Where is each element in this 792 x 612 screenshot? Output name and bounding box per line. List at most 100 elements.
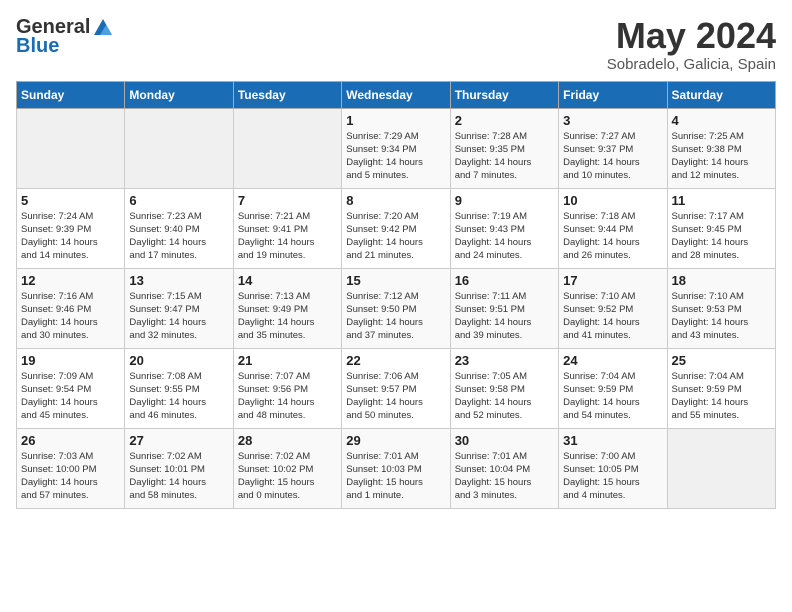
day-number: 1: [346, 113, 445, 128]
day-number: 24: [563, 353, 662, 368]
day-cell: 17 Sunrise: 7:10 AM Sunset: 9:52 PM Dayli…: [559, 268, 667, 348]
day-cell: 25 Sunrise: 7:04 AM Sunset: 9:59 PM Dayli…: [667, 348, 775, 428]
day-cell: 13 Sunrise: 7:15 AM Sunset: 9:47 PM Dayli…: [125, 268, 233, 348]
day-cell: 19 Sunrise: 7:09 AM Sunset: 9:54 PM Dayli…: [17, 348, 125, 428]
day-number: 10: [563, 193, 662, 208]
day-cell: 16 Sunrise: 7:11 AM Sunset: 9:51 PM Dayli…: [450, 268, 558, 348]
logo-blue-text: Blue: [16, 35, 59, 58]
day-cell: 4Sunrise: 7:25 AM Sunset: 9:38 PM Daylig…: [667, 108, 775, 188]
day-number: 22: [346, 353, 445, 368]
day-number: 31: [563, 433, 662, 448]
day-cell: 24 Sunrise: 7:04 AM Sunset: 9:59 PM Dayli…: [559, 348, 667, 428]
day-cell: 5 Sunrise: 7:24 AM Sunset: 9:39 PM Daylig…: [17, 188, 125, 268]
day-number: 19: [21, 353, 120, 368]
day-info: Sunrise: 7:19 AM Sunset: 9:43 PM Dayligh…: [455, 210, 554, 263]
day-info: Sunrise: 7:20 AM Sunset: 9:42 PM Dayligh…: [346, 210, 445, 263]
day-cell: 14Sunrise: 7:13 AM Sunset: 9:49 PM Dayli…: [233, 268, 341, 348]
day-info: Sunrise: 7:27 AM Sunset: 9:37 PM Dayligh…: [563, 130, 662, 183]
day-number: 30: [455, 433, 554, 448]
day-info: Sunrise: 7:06 AM Sunset: 9:57 PM Dayligh…: [346, 370, 445, 423]
day-number: 25: [672, 353, 771, 368]
day-number: 17: [563, 273, 662, 288]
week-row-2: 5 Sunrise: 7:24 AM Sunset: 9:39 PM Daylig…: [17, 188, 776, 268]
day-cell: 21 Sunrise: 7:07 AM Sunset: 9:56 PM Dayli…: [233, 348, 341, 428]
day-cell: 7Sunrise: 7:21 AM Sunset: 9:41 PM Daylig…: [233, 188, 341, 268]
day-cell: 28 Sunrise: 7:02 AM Sunset: 10:02 PM Dayl…: [233, 428, 341, 508]
day-cell: 30 Sunrise: 7:01 AM Sunset: 10:04 PM Dayl…: [450, 428, 558, 508]
day-info: Sunrise: 7:13 AM Sunset: 9:49 PM Dayligh…: [238, 290, 337, 343]
day-cell: 2 Sunrise: 7:28 AM Sunset: 9:35 PM Daylig…: [450, 108, 558, 188]
weekday-header-monday: Monday: [125, 81, 233, 108]
day-info: Sunrise: 7:15 AM Sunset: 9:47 PM Dayligh…: [129, 290, 228, 343]
day-info: Sunrise: 7:18 AM Sunset: 9:44 PM Dayligh…: [563, 210, 662, 263]
day-cell: 11 Sunrise: 7:17 AM Sunset: 9:45 PM Dayli…: [667, 188, 775, 268]
day-info: Sunrise: 7:00 AM Sunset: 10:05 PM Daylig…: [563, 450, 662, 503]
day-info: Sunrise: 7:01 AM Sunset: 10:03 PM Daylig…: [346, 450, 445, 503]
day-info: Sunrise: 7:04 AM Sunset: 9:59 PM Dayligh…: [672, 370, 771, 423]
calendar-table: SundayMondayTuesdayWednesdayThursdayFrid…: [16, 81, 776, 509]
day-info: Sunrise: 7:07 AM Sunset: 9:56 PM Dayligh…: [238, 370, 337, 423]
day-cell: [125, 108, 233, 188]
day-number: 6: [129, 193, 228, 208]
weekday-header-tuesday: Tuesday: [233, 81, 341, 108]
day-cell: 15 Sunrise: 7:12 AM Sunset: 9:50 PM Dayli…: [342, 268, 450, 348]
title-area: May 2024 Sobradelo, Galicia, Spain: [607, 16, 776, 73]
day-cell: 10 Sunrise: 7:18 AM Sunset: 9:44 PM Dayli…: [559, 188, 667, 268]
day-info: Sunrise: 7:10 AM Sunset: 9:52 PM Dayligh…: [563, 290, 662, 343]
day-number: 28: [238, 433, 337, 448]
day-number: 5: [21, 193, 120, 208]
day-cell: 9 Sunrise: 7:19 AM Sunset: 9:43 PM Daylig…: [450, 188, 558, 268]
day-cell: 22 Sunrise: 7:06 AM Sunset: 9:57 PM Dayli…: [342, 348, 450, 428]
day-info: Sunrise: 7:04 AM Sunset: 9:59 PM Dayligh…: [563, 370, 662, 423]
logo-icon: [92, 17, 114, 39]
day-info: Sunrise: 7:17 AM Sunset: 9:45 PM Dayligh…: [672, 210, 771, 263]
week-row-1: 1Sunrise: 7:29 AM Sunset: 9:34 PM Daylig…: [17, 108, 776, 188]
day-info: Sunrise: 7:09 AM Sunset: 9:54 PM Dayligh…: [21, 370, 120, 423]
day-number: 13: [129, 273, 228, 288]
day-info: Sunrise: 7:28 AM Sunset: 9:35 PM Dayligh…: [455, 130, 554, 183]
day-number: 12: [21, 273, 120, 288]
day-number: 11: [672, 193, 771, 208]
day-number: 16: [455, 273, 554, 288]
weekday-header-friday: Friday: [559, 81, 667, 108]
weekday-header-row: SundayMondayTuesdayWednesdayThursdayFrid…: [17, 81, 776, 108]
day-number: 8: [346, 193, 445, 208]
day-number: 23: [455, 353, 554, 368]
day-number: 21: [238, 353, 337, 368]
day-cell: [667, 428, 775, 508]
day-info: Sunrise: 7:02 AM Sunset: 10:02 PM Daylig…: [238, 450, 337, 503]
day-info: Sunrise: 7:16 AM Sunset: 9:46 PM Dayligh…: [21, 290, 120, 343]
day-cell: [17, 108, 125, 188]
day-cell: 6Sunrise: 7:23 AM Sunset: 9:40 PM Daylig…: [125, 188, 233, 268]
day-info: Sunrise: 7:11 AM Sunset: 9:51 PM Dayligh…: [455, 290, 554, 343]
day-info: Sunrise: 7:12 AM Sunset: 9:50 PM Dayligh…: [346, 290, 445, 343]
day-number: 15: [346, 273, 445, 288]
day-number: 20: [129, 353, 228, 368]
day-number: 2: [455, 113, 554, 128]
day-info: Sunrise: 7:01 AM Sunset: 10:04 PM Daylig…: [455, 450, 554, 503]
day-info: Sunrise: 7:24 AM Sunset: 9:39 PM Dayligh…: [21, 210, 120, 263]
week-row-4: 19 Sunrise: 7:09 AM Sunset: 9:54 PM Dayli…: [17, 348, 776, 428]
weekday-header-thursday: Thursday: [450, 81, 558, 108]
logo: General Blue: [16, 16, 114, 58]
day-number: 9: [455, 193, 554, 208]
week-row-5: 26Sunrise: 7:03 AM Sunset: 10:00 PM Dayl…: [17, 428, 776, 508]
day-info: Sunrise: 7:25 AM Sunset: 9:38 PM Dayligh…: [672, 130, 771, 183]
week-row-3: 12 Sunrise: 7:16 AM Sunset: 9:46 PM Dayli…: [17, 268, 776, 348]
location-subtitle: Sobradelo, Galicia, Spain: [607, 56, 776, 73]
day-cell: 12 Sunrise: 7:16 AM Sunset: 9:46 PM Dayli…: [17, 268, 125, 348]
day-cell: 27 Sunrise: 7:02 AM Sunset: 10:01 PM Dayl…: [125, 428, 233, 508]
day-info: Sunrise: 7:05 AM Sunset: 9:58 PM Dayligh…: [455, 370, 554, 423]
day-cell: 23 Sunrise: 7:05 AM Sunset: 9:58 PM Dayli…: [450, 348, 558, 428]
day-cell: 3Sunrise: 7:27 AM Sunset: 9:37 PM Daylig…: [559, 108, 667, 188]
day-info: Sunrise: 7:10 AM Sunset: 9:53 PM Dayligh…: [672, 290, 771, 343]
day-number: 27: [129, 433, 228, 448]
day-info: Sunrise: 7:08 AM Sunset: 9:55 PM Dayligh…: [129, 370, 228, 423]
day-info: Sunrise: 7:03 AM Sunset: 10:00 PM Daylig…: [21, 450, 120, 503]
day-cell: 8 Sunrise: 7:20 AM Sunset: 9:42 PM Daylig…: [342, 188, 450, 268]
weekday-header-sunday: Sunday: [17, 81, 125, 108]
weekday-header-wednesday: Wednesday: [342, 81, 450, 108]
day-info: Sunrise: 7:02 AM Sunset: 10:01 PM Daylig…: [129, 450, 228, 503]
day-cell: 20 Sunrise: 7:08 AM Sunset: 9:55 PM Dayli…: [125, 348, 233, 428]
day-cell: 18Sunrise: 7:10 AM Sunset: 9:53 PM Dayli…: [667, 268, 775, 348]
